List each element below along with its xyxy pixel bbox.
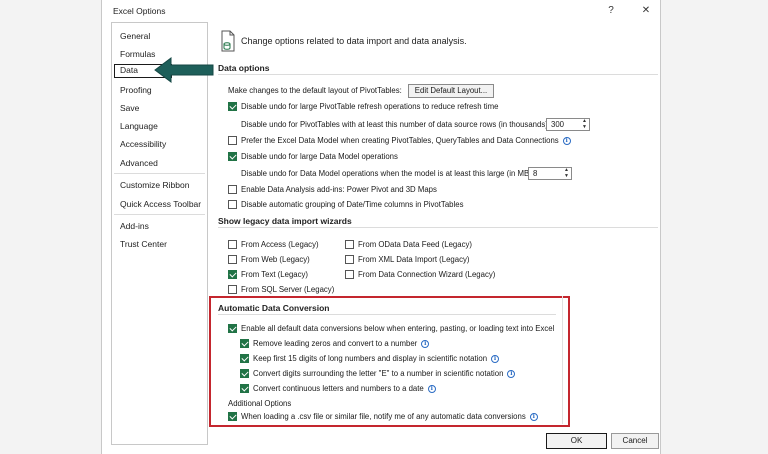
close-icon[interactable]: ✕ <box>637 3 655 19</box>
disable-undo-model-size-row: Disable undo for Data Model operations w… <box>241 169 534 178</box>
from-text-checkbox[interactable] <box>228 270 237 279</box>
nav-item-proofing[interactable]: Proofing <box>120 85 152 95</box>
disable-grouping-label: Disable automatic grouping of Date/Time … <box>241 200 464 209</box>
disable-undo-pivot-row[interactable]: Disable undo for large PivotTable refres… <box>228 102 498 111</box>
section-divider <box>218 227 658 228</box>
from-odata-label: From OData Data Feed (Legacy) <box>358 240 472 249</box>
nav-separator <box>114 173 205 174</box>
legacy-web-row[interactable]: From Web (Legacy) <box>228 255 310 264</box>
from-sql-checkbox[interactable] <box>228 285 237 294</box>
prefer-data-model-label: Prefer the Excel Data Model when creatin… <box>241 136 559 145</box>
legacy-xml-row[interactable]: From XML Data Import (Legacy) <box>345 255 470 264</box>
section-title-legacy: Show legacy data import wizards <box>218 216 352 226</box>
nav-item-quick-access-toolbar[interactable]: Quick Access Toolbar <box>120 199 201 209</box>
nav-item-advanced[interactable]: Advanced <box>120 158 158 168</box>
enable-addins-label: Enable Data Analysis add-ins: Power Pivo… <box>241 185 437 194</box>
disable-undo-rows-label: Disable undo for PivotTables with at lea… <box>241 120 551 129</box>
from-access-label: From Access (Legacy) <box>241 240 319 249</box>
section-divider <box>218 74 658 75</box>
disable-grouping-checkbox[interactable] <box>228 200 237 209</box>
from-access-checkbox[interactable] <box>228 240 237 249</box>
enable-addins-checkbox[interactable] <box>228 185 237 194</box>
disable-undo-model-row[interactable]: Disable undo for large Data Model operat… <box>228 152 398 161</box>
undo-rows-spinner[interactable]: 300 ▲ ▼ <box>546 118 590 131</box>
spinner-arrows-icon[interactable]: ▲ ▼ <box>582 118 587 130</box>
options-nav: General Formulas Data Proofing Save Lang… <box>111 22 208 445</box>
from-sql-label: From SQL Server (Legacy) <box>241 285 335 294</box>
title-bar: Excel Options ? ✕ <box>102 0 660 22</box>
data-options-icon <box>220 30 236 54</box>
legacy-access-row[interactable]: From Access (Legacy) <box>228 240 319 249</box>
disable-undo-pivot-label: Disable undo for large PivotTable refres… <box>241 102 499 111</box>
from-odata-checkbox[interactable] <box>345 240 354 249</box>
legacy-sql-row[interactable]: From SQL Server (Legacy) <box>228 285 334 294</box>
nav-item-formulas[interactable]: Formulas <box>120 49 155 59</box>
nav-item-save[interactable]: Save <box>120 103 139 113</box>
undo-rows-value: 300 <box>551 120 565 129</box>
highlight-box <box>209 296 570 427</box>
disable-undo-rows-row: Disable undo for PivotTables with at lea… <box>241 120 550 129</box>
help-icon[interactable]: ? <box>602 3 620 19</box>
legacy-wizard-row[interactable]: From Data Connection Wizard (Legacy) <box>345 270 495 279</box>
spinner-arrows-icon[interactable]: ▲ ▼ <box>564 167 569 179</box>
window-title: Excel Options <box>113 6 166 16</box>
model-size-value: 8 <box>533 169 538 178</box>
disable-undo-model-label: Disable undo for large Data Model operat… <box>241 152 398 161</box>
legacy-odata-row[interactable]: From OData Data Feed (Legacy) <box>345 240 472 249</box>
from-web-label: From Web (Legacy) <box>241 255 310 264</box>
from-wizard-checkbox[interactable] <box>345 270 354 279</box>
model-size-spinner[interactable]: 8 ▲ ▼ <box>528 167 572 180</box>
pivot-layout-label: Make changes to the default layout of Pi… <box>228 86 402 95</box>
annotation-arrow-icon <box>154 57 214 83</box>
from-xml-checkbox[interactable] <box>345 255 354 264</box>
from-xml-label: From XML Data Import (Legacy) <box>358 255 470 264</box>
nav-item-general[interactable]: General <box>120 31 150 41</box>
prefer-data-model-row[interactable]: Prefer the Excel Data Model when creatin… <box>228 136 571 145</box>
scroll-track <box>562 296 563 424</box>
from-text-label: From Text (Legacy) <box>241 270 309 279</box>
pivot-layout-row: Make changes to the default layout of Pi… <box>228 86 402 95</box>
from-wizard-label: From Data Connection Wizard (Legacy) <box>358 270 496 279</box>
disable-undo-model-checkbox[interactable] <box>228 152 237 161</box>
disable-undo-model-size-label: Disable undo for Data Model operations w… <box>241 169 534 178</box>
prefer-data-model-checkbox[interactable] <box>228 136 237 145</box>
legacy-text-row[interactable]: From Text (Legacy) <box>228 270 308 279</box>
nav-separator <box>114 214 205 215</box>
nav-item-trust-center[interactable]: Trust Center <box>120 239 167 249</box>
enable-addins-row[interactable]: Enable Data Analysis add-ins: Power Pivo… <box>228 185 437 194</box>
edit-default-layout-button[interactable]: Edit Default Layout... <box>408 84 494 98</box>
nav-item-accessibility[interactable]: Accessibility <box>120 139 166 149</box>
disable-grouping-row[interactable]: Disable automatic grouping of Date/Time … <box>228 200 463 209</box>
nav-item-add-ins[interactable]: Add-ins <box>120 221 149 231</box>
from-web-checkbox[interactable] <box>228 255 237 264</box>
section-title-data-options: Data options <box>218 63 270 73</box>
nav-item-customize-ribbon[interactable]: Customize Ribbon <box>120 180 189 190</box>
disable-undo-pivot-checkbox[interactable] <box>228 102 237 111</box>
cancel-button[interactable]: Cancel <box>611 433 659 449</box>
info-icon[interactable]: i <box>562 136 571 145</box>
nav-item-language[interactable]: Language <box>120 121 158 131</box>
page-description: Change options related to data import an… <box>241 36 467 46</box>
ok-button[interactable]: OK <box>546 433 607 449</box>
